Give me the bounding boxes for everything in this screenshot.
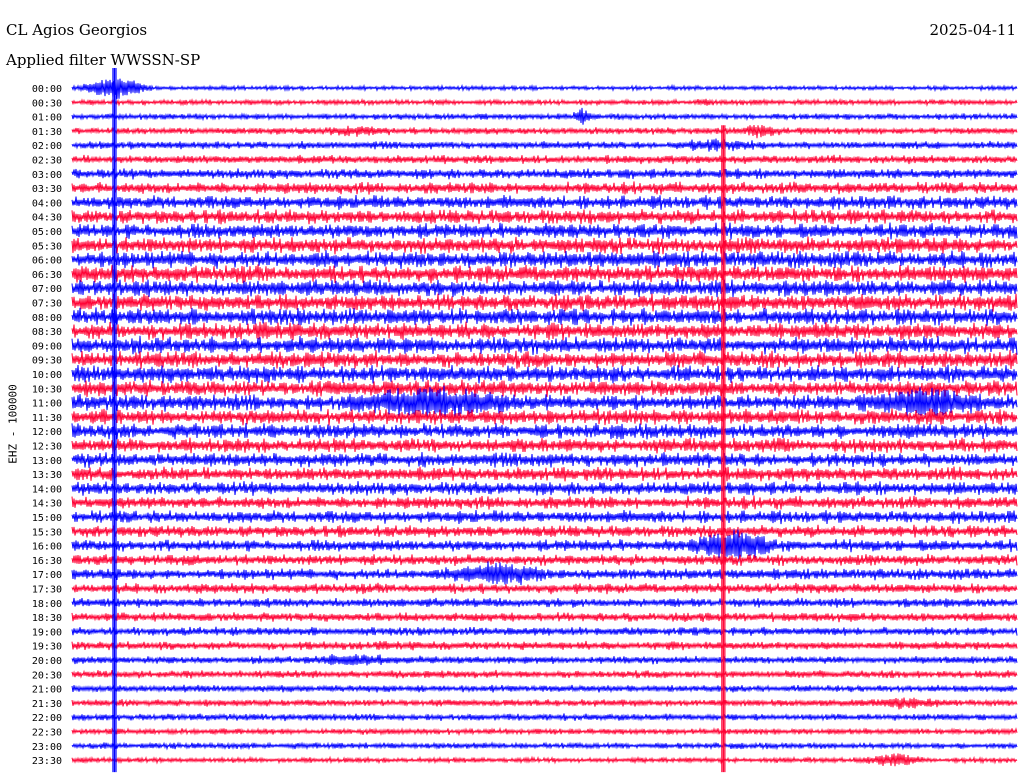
time-label: 16:30: [32, 556, 62, 567]
trace-0200: [71, 138, 1018, 152]
time-label: 16:00: [32, 542, 62, 553]
trace-2230: [71, 726, 1018, 737]
time-label: 04:00: [32, 198, 62, 209]
time-label: 14:30: [32, 499, 62, 510]
time-label: 20:00: [32, 656, 62, 667]
time-label: 03:00: [32, 170, 62, 181]
trace-0700: [71, 279, 1018, 298]
time-label: 22:00: [32, 713, 62, 724]
time-label: 06:30: [32, 270, 62, 281]
time-label: 13:00: [32, 456, 62, 467]
trace-0300: [71, 168, 1018, 180]
time-label: 15:00: [32, 513, 62, 524]
time-label: 02:30: [32, 156, 62, 167]
time-label: 18:30: [32, 613, 62, 624]
trace-2200: [71, 712, 1018, 722]
time-label: 11:00: [32, 399, 62, 410]
time-label: 23:00: [32, 742, 62, 753]
trace-1230: [71, 437, 1018, 454]
trace-0030: [71, 97, 1018, 107]
time-label: 12:30: [32, 442, 62, 453]
helicorder-plot: 00:00 00:30 01:00 01:30 02:00 02:30 03:00 03:30…: [32, 68, 1018, 773]
trace-0930: [71, 350, 1018, 370]
trace-0100: [71, 107, 1018, 125]
time-label: 09:00: [32, 341, 62, 352]
time-label: 17:30: [32, 585, 62, 596]
time-label: 02:00: [32, 141, 62, 152]
time-label: 07:30: [32, 299, 62, 310]
trace-2000: [71, 653, 1018, 666]
trace-1530: [71, 524, 1018, 538]
trace-0730: [71, 293, 1018, 312]
trace-0800: [71, 307, 1018, 326]
trace-0500: [71, 222, 1018, 240]
time-label: 11:30: [32, 413, 62, 424]
time-label: 14:00: [32, 484, 62, 495]
trace-2330: [71, 753, 1018, 767]
time-label: 03:30: [32, 184, 62, 195]
time-label: 17:00: [32, 570, 62, 581]
time-label: 00:30: [32, 98, 62, 109]
trace-0430: [71, 208, 1018, 225]
trace-1930: [71, 640, 1018, 651]
time-label: 01:30: [32, 127, 62, 138]
trace-2030: [71, 669, 1018, 679]
trace-0830: [71, 321, 1018, 341]
time-label: 08:30: [32, 327, 62, 338]
time-label: 10:30: [32, 384, 62, 395]
time-label: 09:30: [32, 356, 62, 367]
time-label: 21:30: [32, 699, 62, 710]
time-label: 00:00: [32, 84, 62, 95]
trace-1900: [71, 626, 1018, 637]
time-label: 18:00: [32, 599, 62, 610]
trace-1500: [71, 509, 1018, 525]
time-label: 19:30: [32, 642, 62, 653]
time-label: 01:00: [32, 113, 62, 124]
trace-1300: [71, 451, 1018, 468]
trace-1330: [71, 466, 1018, 482]
trace-1200: [71, 422, 1018, 440]
time-label: 05:00: [32, 227, 62, 238]
time-label: 20:30: [32, 670, 62, 681]
time-label: 04:30: [32, 213, 62, 224]
trace-1400: [71, 481, 1018, 496]
trace-2300: [71, 741, 1018, 751]
time-label: 10:00: [32, 370, 62, 381]
time-label: 23:30: [32, 756, 62, 767]
time-label: 22:30: [32, 728, 62, 739]
time-label: 21:00: [32, 685, 62, 696]
trace-0230: [71, 154, 1018, 165]
time-label: 13:30: [32, 470, 62, 481]
time-label: 07:00: [32, 284, 62, 295]
trace-0900: [71, 335, 1018, 355]
time-label: 12:00: [32, 427, 62, 438]
trace-0400: [71, 194, 1018, 210]
time-label: 05:30: [32, 241, 62, 252]
trace-1030: [71, 379, 1018, 398]
trace-0000: [71, 78, 1018, 99]
trace-1430: [71, 495, 1018, 510]
trace-1730: [71, 582, 1018, 595]
trace-1630: [71, 553, 1018, 567]
trace-2100: [71, 684, 1018, 694]
time-label: 19:00: [32, 627, 62, 638]
trace-1130: [71, 408, 1018, 426]
trace-1800: [71, 597, 1018, 608]
trace-2130: [71, 697, 1018, 710]
trace-0330: [71, 181, 1018, 195]
trace-1830: [71, 612, 1018, 623]
time-label: 08:00: [32, 313, 62, 324]
time-label: 15:30: [32, 527, 62, 538]
trace-0130: [71, 124, 1018, 139]
time-label: 06:00: [32, 256, 62, 267]
trace-0600: [71, 250, 1018, 270]
